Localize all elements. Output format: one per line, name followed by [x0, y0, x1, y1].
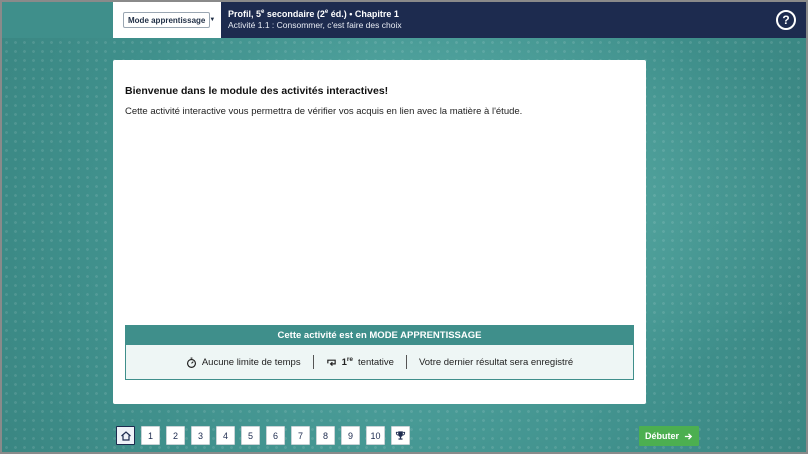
time-limit-text: Aucune limite de temps [201, 356, 301, 368]
attempt-number: 1re [341, 355, 354, 369]
mode-panel-title: Cette activité est en MODE APPRENTISSAGE [126, 326, 633, 345]
results-button[interactable] [391, 426, 410, 445]
page-button[interactable]: 5 [241, 426, 260, 445]
page-button[interactable]: 10 [366, 426, 385, 445]
mode-info-panel: Cette activité est en MODE APPRENTISSAGE… [125, 325, 634, 380]
chapter-title: Profil, 5e secondaire (2e éd.) • Chapitr… [228, 9, 399, 19]
mode-selector-label: Mode apprentissage [128, 15, 206, 25]
home-button[interactable] [116, 426, 135, 445]
home-icon [120, 430, 131, 441]
welcome-title: Bienvenue dans le module des activités i… [125, 85, 389, 97]
start-button-label: Débuter [644, 431, 679, 441]
time-limit-info: Aucune limite de temps [174, 357, 313, 368]
page-button[interactable]: 4 [216, 426, 235, 445]
caret-down-icon: ▼ [209, 17, 216, 23]
retry-icon [326, 359, 336, 366]
page-button[interactable]: 8 [316, 426, 335, 445]
start-button[interactable]: Débuter [639, 426, 699, 446]
page-button[interactable]: 9 [341, 426, 360, 445]
stopwatch-icon [186, 357, 196, 368]
mode-panel-body: Aucune limite de temps 1re tentative Vot… [126, 345, 633, 379]
welcome-text: Cette activité interactive vous permettr… [125, 106, 523, 117]
page-button[interactable]: 7 [291, 426, 310, 445]
mode-selector-area: Mode apprentissage ▼ [113, 2, 221, 38]
mode-selector[interactable]: Mode apprentissage ▼ [123, 12, 215, 28]
page-button[interactable]: 2 [166, 426, 185, 445]
page-button[interactable]: 3 [191, 426, 210, 445]
attempt-info: 1re tentative [314, 356, 406, 368]
help-icon[interactable]: ? [776, 10, 796, 30]
activity-subtitle: Activité 1.1 : Consommer, c'est faire de… [228, 20, 402, 30]
trophy-icon [395, 431, 406, 440]
result-info: Votre dernier résultat sera enregistré [407, 357, 585, 368]
page-button[interactable]: 6 [266, 426, 285, 445]
arrow-right-icon [684, 432, 693, 440]
app-frame: Mode apprentissage ▼ Profil, 5e secondai… [0, 0, 808, 454]
result-text: Votre dernier résultat sera enregistré [418, 356, 574, 368]
page-button[interactable]: 1 [141, 426, 160, 445]
header: Profil, 5e secondaire (2e éd.) • Chapitr… [221, 2, 806, 38]
attempt-text: tentative [358, 356, 394, 368]
question-pager: 1 2 3 4 5 6 7 8 9 10 [116, 426, 410, 445]
activity-card: Bienvenue dans le module des activités i… [113, 60, 646, 404]
